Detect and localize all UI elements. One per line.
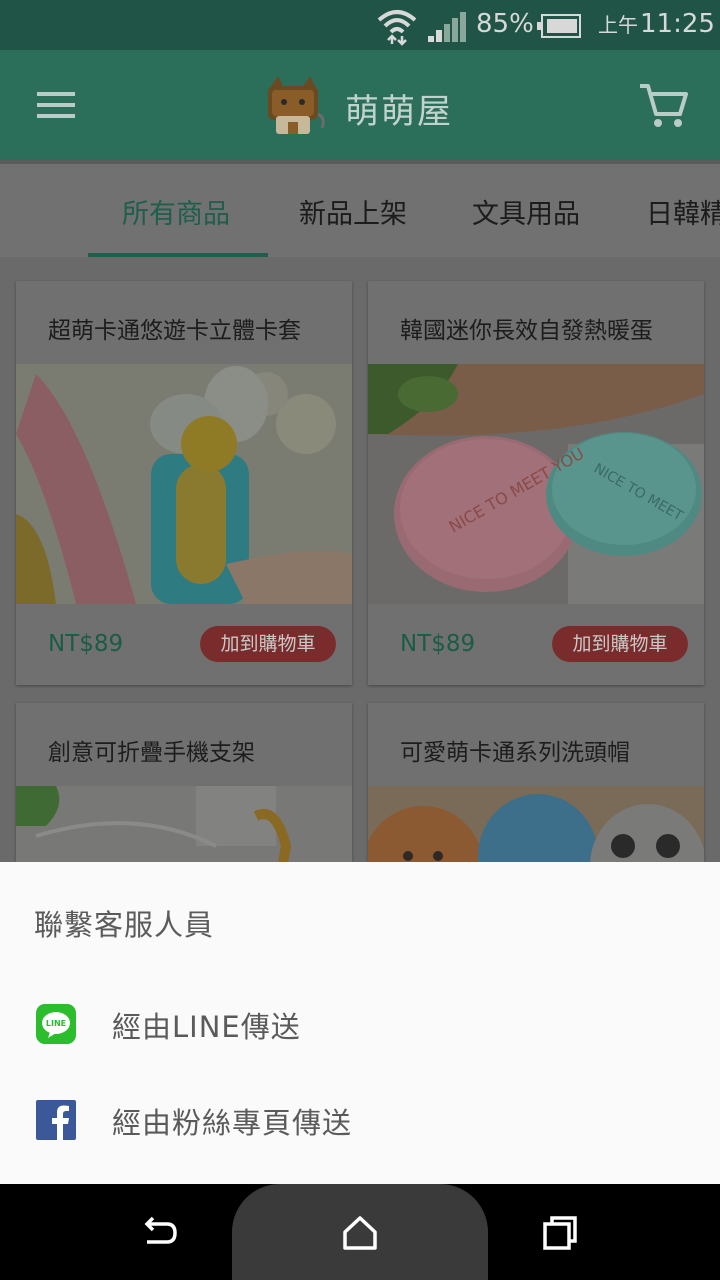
tab-stationery[interactable]: 文具用品 [472,192,580,231]
tab-new-arrivals[interactable]: 新品上架 [299,192,407,231]
product-card[interactable]: 超萌卡通悠遊卡立體卡套 NT$89 加到購物車 [16,281,352,685]
app-bar: 萌萌屋 [0,50,720,160]
add-to-cart-button[interactable]: 加到購物車 [200,626,336,662]
app-title: 萌萌屋 [345,92,453,132]
clock: 上午11:25 [598,9,715,39]
clock-ampm: 上午 [598,13,638,37]
logo [268,76,325,134]
facebook-icon [36,1100,76,1140]
send-via-fanpage[interactable]: 經由粉絲專頁傳送 [0,1072,720,1168]
sheet-title: 聯繫客服人員 [34,908,215,942]
product-card[interactable]: 韓國迷你長效自發熱暖蛋 NICE TO MEET YOU NICE TO MEE… [368,281,704,685]
home-icon[interactable] [339,1212,381,1254]
category-tabs: 所有商品 新品上架 文具用品 日韓精 [0,160,720,257]
tab-all-products[interactable]: 所有商品 [122,192,230,231]
product-image-hand-warmer[interactable]: NICE TO MEET YOU NICE TO MEET [368,364,704,604]
battery-icon [537,14,581,38]
back-icon[interactable] [139,1212,181,1254]
battery-percent: 85% [476,9,534,39]
product-title: 創意可折疊手機支架 [48,740,255,766]
send-via-fanpage-label: 經由粉絲專頁傳送 [112,1106,353,1140]
cell-signal-icon [428,12,466,42]
wifi-icon [377,10,417,46]
clock-time: 11:25 [640,9,715,39]
product-image-fan[interactable] [16,364,352,604]
cart-icon[interactable] [636,78,690,132]
product-price: NT$89 [400,631,476,657]
send-via-line[interactable]: LINE 經由LINE傳送 [0,976,720,1072]
contact-bottom-sheet: 聯繫客服人員 LINE 經由LINE傳送 經由粉絲專頁傳送 [0,862,720,1184]
system-nav-bar [0,1184,720,1280]
svg-text:LINE: LINE [46,1019,66,1028]
menu-icon[interactable] [30,80,80,130]
product-price: NT$89 [48,631,124,657]
status-bar: 85% 上午11:25 [0,0,720,50]
tab-japan-korea[interactable]: 日韓精 [646,192,720,231]
send-via-line-label: 經由LINE傳送 [112,1010,301,1044]
product-grid: 超萌卡通悠遊卡立體卡套 NT$89 加到購物車 韓國迷你長效自發熱暖蛋 NICE… [0,257,720,903]
recents-icon[interactable] [539,1212,581,1254]
product-title: 可愛萌卡通系列洗頭帽 [400,740,630,766]
add-to-cart-button[interactable]: 加到購物車 [552,626,688,662]
line-icon: LINE [36,1004,76,1044]
product-title: 韓國迷你長效自發熱暖蛋 [400,318,653,344]
product-title: 超萌卡通悠遊卡立體卡套 [48,318,301,344]
